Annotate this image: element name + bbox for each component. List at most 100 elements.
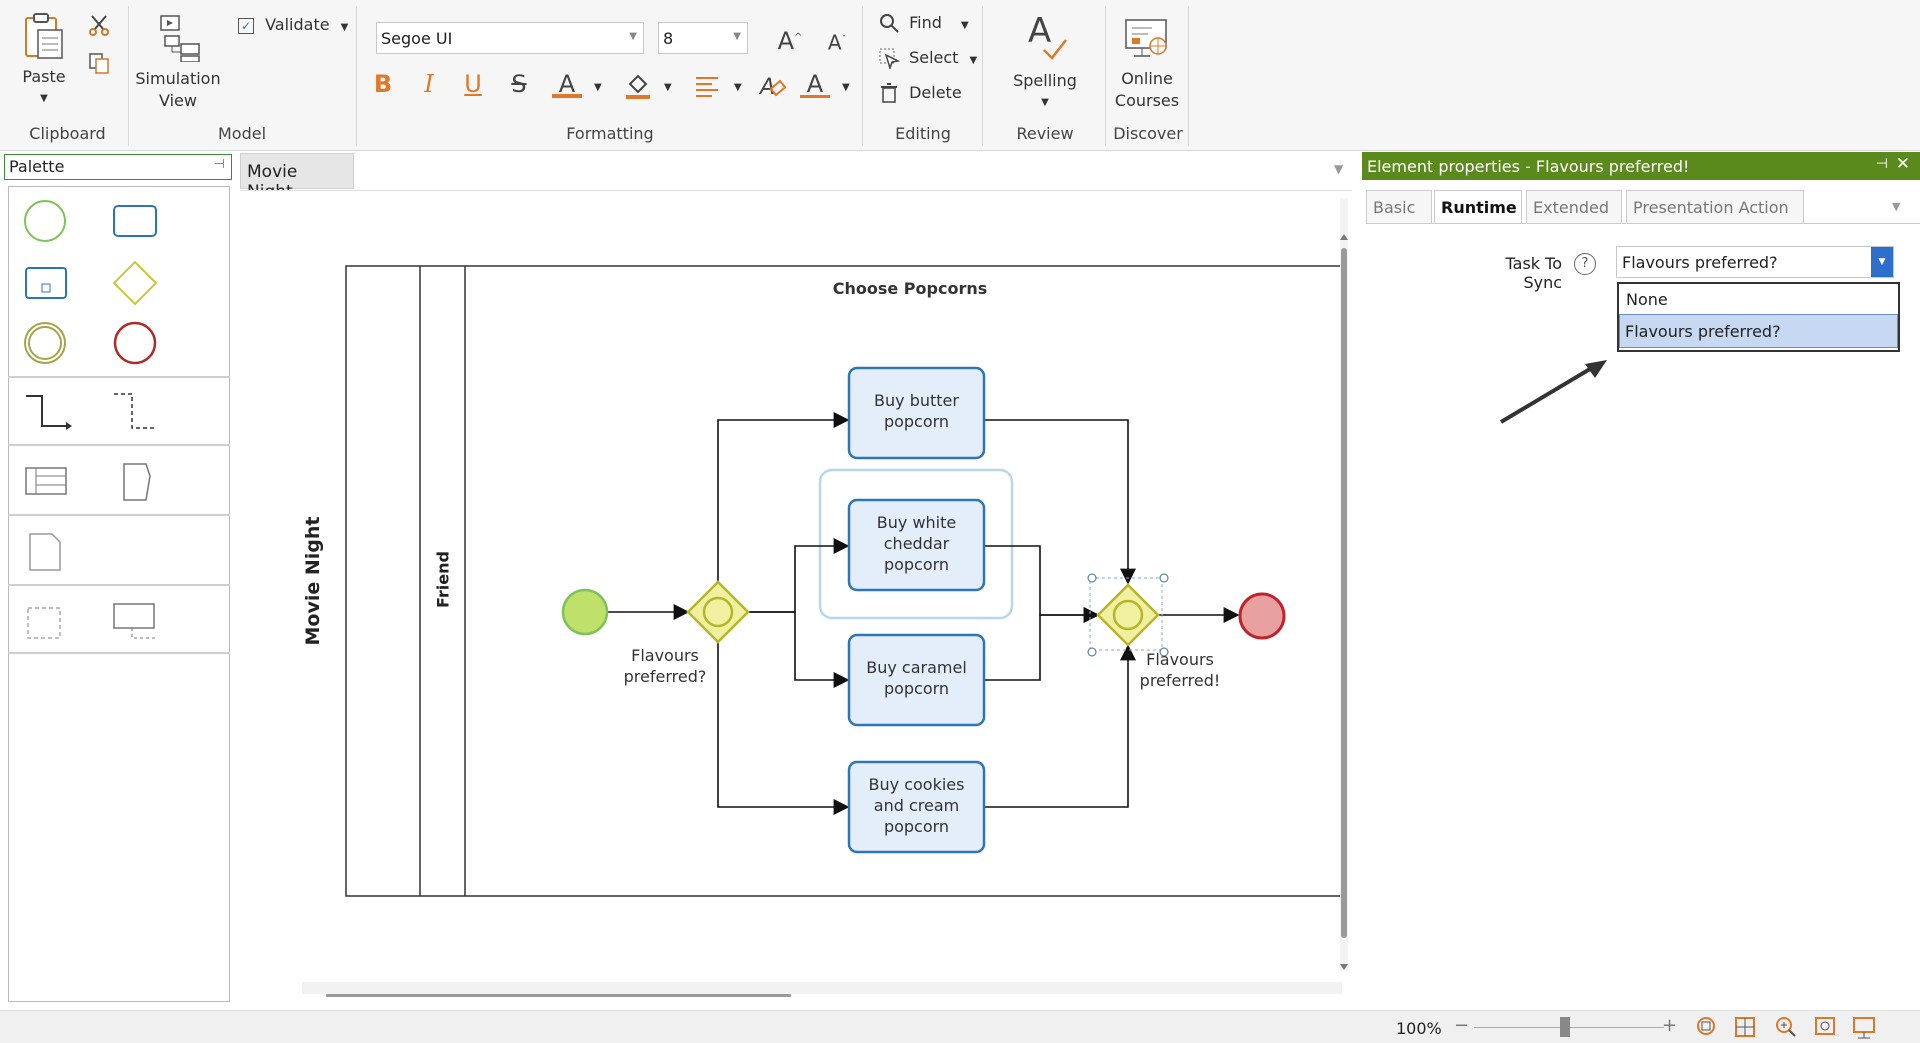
text-highlight-dropdown-icon[interactable]: ▼ [842, 82, 850, 93]
join-gateway-label: Flavours preferred! [1139, 650, 1221, 690]
font-name-value: Segoe UI [381, 29, 453, 48]
zoom-in-icon[interactable]: + [1662, 1015, 1677, 1036]
group-divider [982, 6, 983, 146]
help-icon[interactable]: ? [1574, 253, 1596, 275]
simulation-label-2: View [159, 91, 197, 110]
zoom-slider-thumb[interactable] [1560, 1017, 1570, 1037]
align-dropdown-icon[interactable]: ▼ [734, 82, 742, 93]
online-courses-icon [1125, 19, 1167, 57]
shrink-font-icon[interactable]: Aˇ [822, 26, 852, 57]
group-divider [356, 6, 357, 146]
grow-font-icon[interactable]: A^ [775, 24, 805, 55]
cut-icon[interactable] [88, 14, 110, 36]
group-divider [862, 6, 863, 146]
properties-header: Element properties - Flavours preferred!… [1362, 152, 1920, 180]
select-dropdown-icon: ▼ [969, 54, 978, 66]
palette-divider [8, 444, 230, 446]
sequence-flow-tool[interactable] [26, 395, 72, 430]
underline-icon[interactable]: U [458, 70, 488, 98]
find-dropdown-icon: ▼ [960, 19, 969, 31]
chevron-down-icon: ▼ [1871, 247, 1893, 277]
fit-page-icon[interactable] [1697, 1017, 1715, 1035]
paste-button[interactable]: Paste ▼ [14, 12, 74, 110]
font-size-combo[interactable]: 8 ▼ [658, 22, 748, 54]
zoom-icon[interactable] [1776, 1017, 1796, 1037]
online-courses-button[interactable]: Online Courses [1108, 12, 1186, 112]
comment-tool[interactable] [113, 603, 156, 639]
tab-runtime[interactable]: Runtime [1434, 190, 1522, 224]
tab-movie-night[interactable]: Movie Night [240, 153, 354, 202]
close-icon[interactable]: ✕ [1896, 154, 1910, 174]
data-object-tool[interactable] [29, 533, 61, 571]
task-tool[interactable] [113, 205, 157, 237]
clear-format-icon[interactable]: A [758, 72, 786, 100]
font-color-icon[interactable]: A [552, 70, 582, 98]
zoom-out-icon[interactable]: − [1454, 1015, 1469, 1036]
group-title: Choose Popcorns [832, 279, 988, 298]
pin-icon[interactable]: ⊣ [1876, 156, 1888, 172]
annotation-tool[interactable] [123, 463, 151, 501]
pool-label: Movie Night [302, 516, 324, 646]
validate-dropdown-arrow-icon: ▼ [340, 22, 349, 33]
option-flavours-preferred[interactable]: Flavours preferred? [1619, 314, 1898, 348]
task-to-sync-dropdown: None Flavours preferred? [1617, 282, 1900, 352]
tab-presentation-action[interactable]: Presentation Action [1626, 190, 1804, 224]
validate-button[interactable]: ✓ Validate ▼ [238, 15, 348, 34]
font-color-dropdown-icon[interactable]: ▼ [594, 82, 602, 93]
group-divider [128, 6, 129, 146]
align-icon[interactable] [694, 74, 720, 98]
paste-icon [25, 13, 63, 59]
text-highlight-icon[interactable]: A [800, 70, 830, 98]
pool-movie-night[interactable] [345, 265, 1347, 897]
tabs-overflow-icon[interactable]: ▼ [1892, 200, 1900, 213]
font-size-value: 8 [663, 29, 674, 48]
strikethrough-icon[interactable]: S [504, 70, 534, 98]
lane-label: Friend [433, 551, 453, 608]
select-cursor-icon [879, 48, 901, 71]
font-name-combo[interactable]: Segoe UI ▼ [376, 22, 644, 54]
message-flow-tool[interactable] [114, 393, 156, 429]
task-to-sync-select[interactable]: Flavours preferred? ▼ [1616, 246, 1894, 278]
delete-label: Delete [909, 82, 962, 102]
vertical-scroll-thumb[interactable] [1341, 248, 1347, 938]
ribbon: Paste ▼ Clipboard Simulation View ✓ Vali… [0, 0, 1920, 151]
clipboard-group-label: Clipboard [29, 124, 106, 143]
task-label-buy-cookies: Buy cookies and cream popcorn [868, 775, 965, 836]
start-event[interactable] [561, 588, 609, 636]
tab-extended[interactable]: Extended [1526, 190, 1622, 224]
select-button[interactable]: Select ▼ [878, 47, 978, 71]
fit-width-icon[interactable] [1735, 1017, 1755, 1037]
simulation-view-button[interactable]: Simulation View [134, 12, 222, 112]
find-button[interactable]: Find ▼ [878, 12, 969, 34]
group-tool[interactable] [27, 607, 61, 639]
fill-color-dropdown-icon[interactable]: ▼ [664, 82, 672, 93]
tab-basic[interactable]: Basic [1366, 190, 1432, 224]
discover-group-label: Discover [1113, 124, 1183, 143]
gateway-tool[interactable] [112, 260, 158, 306]
option-none[interactable]: None [1619, 284, 1898, 314]
palette-divider [8, 376, 230, 378]
task-label-buy-white-cheddar: Buy white cheddar popcorn [876, 513, 957, 574]
end-event-tool[interactable] [113, 321, 157, 365]
fill-color-icon[interactable] [624, 72, 652, 100]
intermediate-event-tool[interactable] [24, 322, 66, 364]
pool-tool[interactable] [25, 467, 67, 495]
copy-icon[interactable] [88, 52, 110, 74]
spelling-button[interactable]: A Spelling ▼ [1006, 10, 1084, 114]
chevron-down-icon: ▼ [629, 31, 637, 42]
tab-overflow-icon[interactable]: ▼ [1334, 162, 1343, 176]
checkbox-icon: ✓ [238, 18, 254, 34]
horizontal-scroll-thumb[interactable] [326, 994, 791, 997]
pin-icon[interactable]: ⊣ [214, 157, 225, 172]
horizontal-scrollbar[interactable] [302, 982, 1342, 994]
presentation-icon[interactable] [1853, 1017, 1875, 1039]
italic-icon[interactable]: I [414, 70, 444, 98]
start-event-tool[interactable] [24, 200, 66, 242]
end-event[interactable] [1238, 592, 1286, 640]
simulation-label-1: Simulation [135, 69, 221, 88]
subprocess-tool[interactable] [25, 267, 67, 299]
zoom-level: 100% [1396, 1019, 1442, 1038]
bold-icon[interactable]: B [368, 70, 398, 98]
zoom-selection-icon[interactable] [1815, 1017, 1835, 1035]
delete-button[interactable]: Delete [878, 82, 962, 104]
